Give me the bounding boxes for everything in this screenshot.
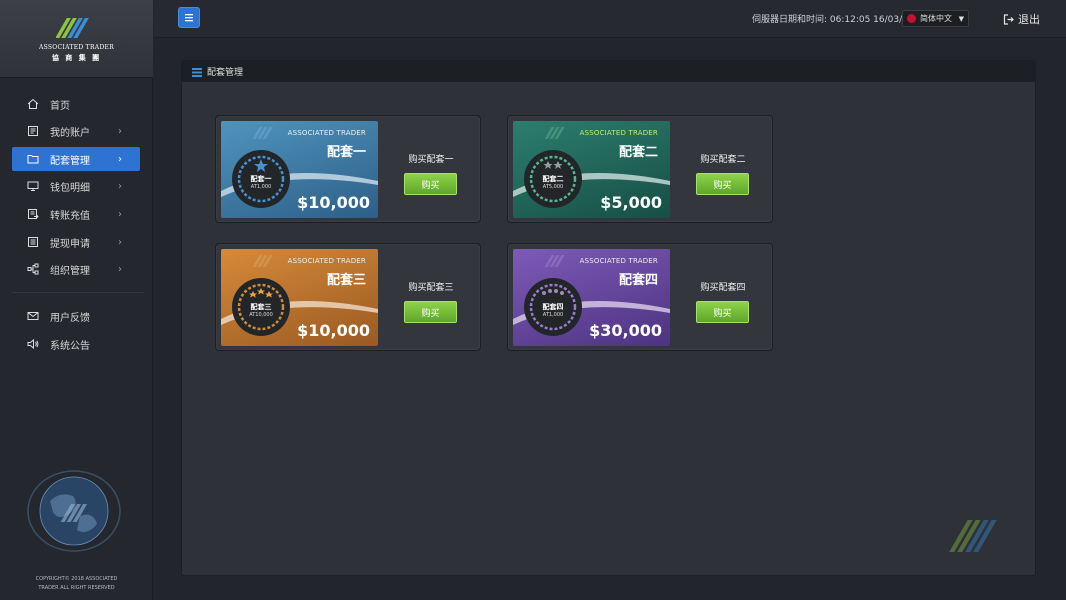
sidebar-item-label: 配套管理 [50, 155, 90, 167]
badge-name: 配套一 [250, 175, 272, 183]
org-icon [26, 262, 40, 276]
package-image-3: 配套三 AT10,000 ASSOCIATED TRADER 配套三 $10,0… [221, 249, 378, 346]
sidebar: ASSOCIATED TRADER 協 商 集 團 首页 我的账户 › 配套管理… [0, 0, 153, 600]
chevron-right-icon: › [118, 180, 122, 192]
hamburger-icon [185, 14, 193, 22]
logo[interactable]: ASSOCIATED TRADER 協 商 集 團 [0, 0, 153, 78]
language-label: 简体中文 [920, 14, 952, 23]
chevron-right-icon: › [118, 208, 122, 220]
badge-name: 配套三 [250, 303, 272, 311]
package-image-1: 配套一 AT1,000 ASSOCIATED TRADER 配套一 $10,00… [221, 121, 378, 218]
list-icon [192, 67, 202, 77]
sidebar-item-announcement[interactable]: 系统公告 [12, 332, 140, 356]
buy-title: 购买配套二 [700, 155, 746, 165]
globe-icon [27, 470, 121, 552]
sidebar-item-label: 提现申请 [50, 238, 90, 250]
home-icon [26, 97, 40, 111]
buy-button-1[interactable]: 购买 [404, 173, 457, 195]
sidebar-item-label: 钱包明细 [50, 182, 90, 194]
mail-icon [26, 309, 40, 323]
chevron-right-icon: › [118, 153, 122, 165]
chevron-right-icon: › [118, 263, 122, 275]
sidebar-item-label: 我的账户 [50, 127, 90, 139]
package-name: 配套一 [326, 145, 366, 160]
watermark-logo-icon [949, 520, 997, 552]
sidebar-item-home[interactable]: 首页 [12, 92, 140, 116]
package-price: $5,000 [600, 193, 662, 212]
account-icon [26, 124, 40, 138]
logout-icon [1003, 13, 1014, 25]
caret-down-icon: ▼ [958, 14, 964, 23]
speaker-icon [26, 337, 40, 351]
sidebar-item-withdraw[interactable]: 提现申请 › [12, 230, 140, 254]
buy-title: 购买配套四 [700, 283, 746, 293]
buy-title: 购买配套三 [408, 283, 454, 293]
sidebar-item-organization[interactable]: 组织管理 › [12, 257, 140, 281]
logo-mark-icon [56, 18, 89, 38]
badge-name: 配套四 [542, 303, 564, 311]
folder-icon [26, 152, 40, 166]
buy-button-4[interactable]: 购买 [696, 301, 749, 323]
chevron-right-icon: › [118, 236, 122, 248]
package-card-4: 配套四 AT1,000 ASSOCIATED TRADER 配套四 $30,00… [507, 243, 773, 351]
badge-sub: AT5,000 [542, 184, 564, 190]
package-card-2: 配套二 AT5,000 ASSOCIATED TRADER 配套二 $5,000… [507, 115, 773, 223]
package-name: 配套三 [326, 273, 366, 288]
logo-text-en: ASSOCIATED TRADER [38, 44, 115, 51]
language-select[interactable]: 简体中文 ▼ [902, 10, 969, 27]
package-name: 配套二 [618, 145, 658, 160]
panel-title: 配套管理 [207, 68, 244, 78]
sidebar-item-label: 首页 [50, 100, 70, 112]
withdraw-icon [26, 235, 40, 249]
package-price: $10,000 [297, 321, 370, 340]
transfer-icon [26, 207, 40, 221]
monitor-icon [26, 179, 40, 193]
sidebar-item-wallet[interactable]: 钱包明细 › [12, 174, 140, 198]
badge-name: 配套二 [542, 175, 564, 183]
logout-button[interactable]: 退出 [1003, 11, 1040, 27]
sidebar-item-label: 用户反馈 [50, 312, 90, 324]
menu-toggle-button[interactable] [178, 7, 200, 28]
logout-label: 退出 [1018, 13, 1040, 26]
package-panel: 配套管理 配套一 AT1,000 ASSOCIATED TRADER 配套一 $… [181, 60, 1036, 576]
package-card-3: 配套三 AT10,000 ASSOCIATED TRADER 配套三 $10,0… [215, 243, 481, 351]
package-card-1: 配套一 AT1,000 ASSOCIATED TRADER 配套一 $10,00… [215, 115, 481, 223]
logo-text-cn: 協 商 集 團 [51, 53, 102, 62]
package-brand: ASSOCIATED TRADER [579, 129, 658, 137]
package-image-4: 配套四 AT1,000 ASSOCIATED TRADER 配套四 $30,00… [513, 249, 670, 346]
sidebar-item-my-account[interactable]: 我的账户 › [12, 119, 140, 143]
china-flag-icon [907, 14, 916, 23]
server-time: 伺服器日期和时间: 06:12:05 16/03/2018 [752, 15, 926, 25]
sidebar-item-label: 组织管理 [50, 265, 90, 277]
package-price: $30,000 [589, 321, 662, 340]
sidebar-item-label: 系统公告 [50, 340, 90, 352]
sidebar-item-label: 转账充值 [50, 210, 90, 222]
badge-sub: AT10,000 [249, 312, 273, 318]
package-image-2: 配套二 AT5,000 ASSOCIATED TRADER 配套二 $5,000 [513, 121, 670, 218]
copyright: COPYRIGHT© 2018 ASSOCIATED TRADER ALL RI… [35, 576, 118, 591]
package-price: $10,000 [297, 193, 370, 212]
top-bar: 伺服器日期和时间: 06:12:05 16/03/2018 简体中文 ▼ 退出 [154, 0, 1066, 38]
package-brand: ASSOCIATED TRADER [287, 129, 366, 137]
sidebar-divider [12, 292, 144, 293]
sidebar-item-feedback[interactable]: 用户反馈 [12, 304, 140, 328]
badge-sub: AT1,000 [250, 184, 272, 190]
package-brand: ASSOCIATED TRADER [579, 257, 658, 265]
badge-sub: AT1,000 [542, 312, 564, 318]
panel-header: 配套管理 [182, 61, 1035, 82]
buy-button-3[interactable]: 购买 [404, 301, 457, 323]
package-brand: ASSOCIATED TRADER [287, 257, 366, 265]
package-name: 配套四 [618, 273, 658, 288]
chevron-right-icon: › [118, 125, 122, 137]
sidebar-item-transfer[interactable]: 转账充值 › [12, 202, 140, 226]
buy-button-2[interactable]: 购买 [696, 173, 749, 195]
buy-title: 购买配套一 [408, 155, 454, 165]
sidebar-item-package-management[interactable]: 配套管理 › [12, 147, 140, 171]
